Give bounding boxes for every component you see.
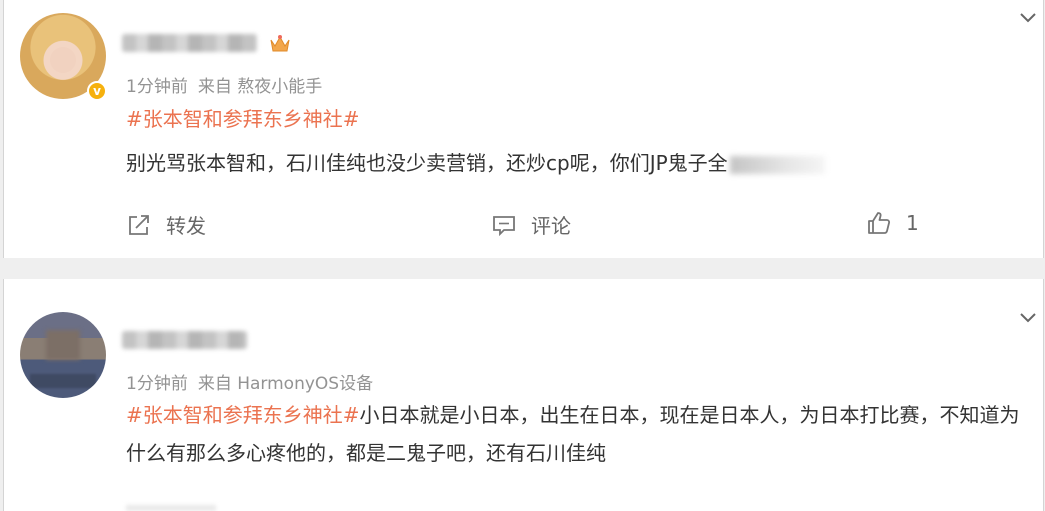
- verified-icon: v: [87, 81, 107, 101]
- post-time: 1分钟前: [126, 77, 188, 97]
- topic-link[interactable]: #张本智和参拜东乡神社#: [126, 103, 360, 132]
- comment-icon: [493, 215, 515, 236]
- like-icon: [868, 212, 891, 234]
- post-card: 1分钟前 来自 HarmonyOS设备 #张本智和参拜东乡神社#小日本就是小日本，…: [3, 279, 1044, 511]
- repost-button[interactable]: 转发: [126, 210, 206, 239]
- post-source: 来自 熬夜小能手: [197, 77, 323, 97]
- post-time: 1分钟前: [126, 374, 188, 394]
- post-source: 来自 HarmonyOS设备: [197, 374, 374, 394]
- username-blurred[interactable]: [122, 34, 257, 52]
- action-bar-cut-off: [126, 505, 216, 511]
- repost-icon: [129, 214, 149, 235]
- chevron-down-icon[interactable]: [1017, 306, 1039, 328]
- repost-label: 转发: [166, 214, 206, 238]
- topic-link[interactable]: #张本智和参拜东乡神社#: [126, 403, 360, 427]
- blurred-text: [729, 155, 825, 174]
- like-button[interactable]: 1: [866, 210, 919, 236]
- comment-button[interactable]: 评论: [491, 210, 571, 239]
- chevron-down-icon[interactable]: [1017, 6, 1039, 28]
- crown-icon: [270, 35, 290, 52]
- username-blurred[interactable]: [122, 331, 247, 349]
- post-card: v 1分钟前 来自 熬夜小能手 #张本智和参拜东乡神社# 别光骂张本智和，石川佳纯…: [3, 0, 1044, 258]
- post-text: #张本智和参拜东乡神社#小日本就是小日本，出生在日本，现在是日本人，为日本打比赛…: [126, 396, 1033, 472]
- comment-label: 评论: [531, 214, 571, 238]
- post-text: 别光骂张本智和，石川佳纯也没少卖营销，还炒cp呢，你们JP鬼子全: [126, 144, 1033, 182]
- action-bar: 转发 评论 1: [4, 206, 1043, 242]
- avatar[interactable]: [20, 312, 106, 398]
- like-count: 1: [906, 211, 919, 235]
- post-meta: 1分钟前 来自 熬夜小能手: [126, 72, 322, 97]
- post-meta: 1分钟前 来自 HarmonyOS设备: [126, 369, 373, 394]
- post-text-content: 别光骂张本智和，石川佳纯也没少卖营销，还炒cp呢，你们JP鬼子全: [126, 151, 728, 175]
